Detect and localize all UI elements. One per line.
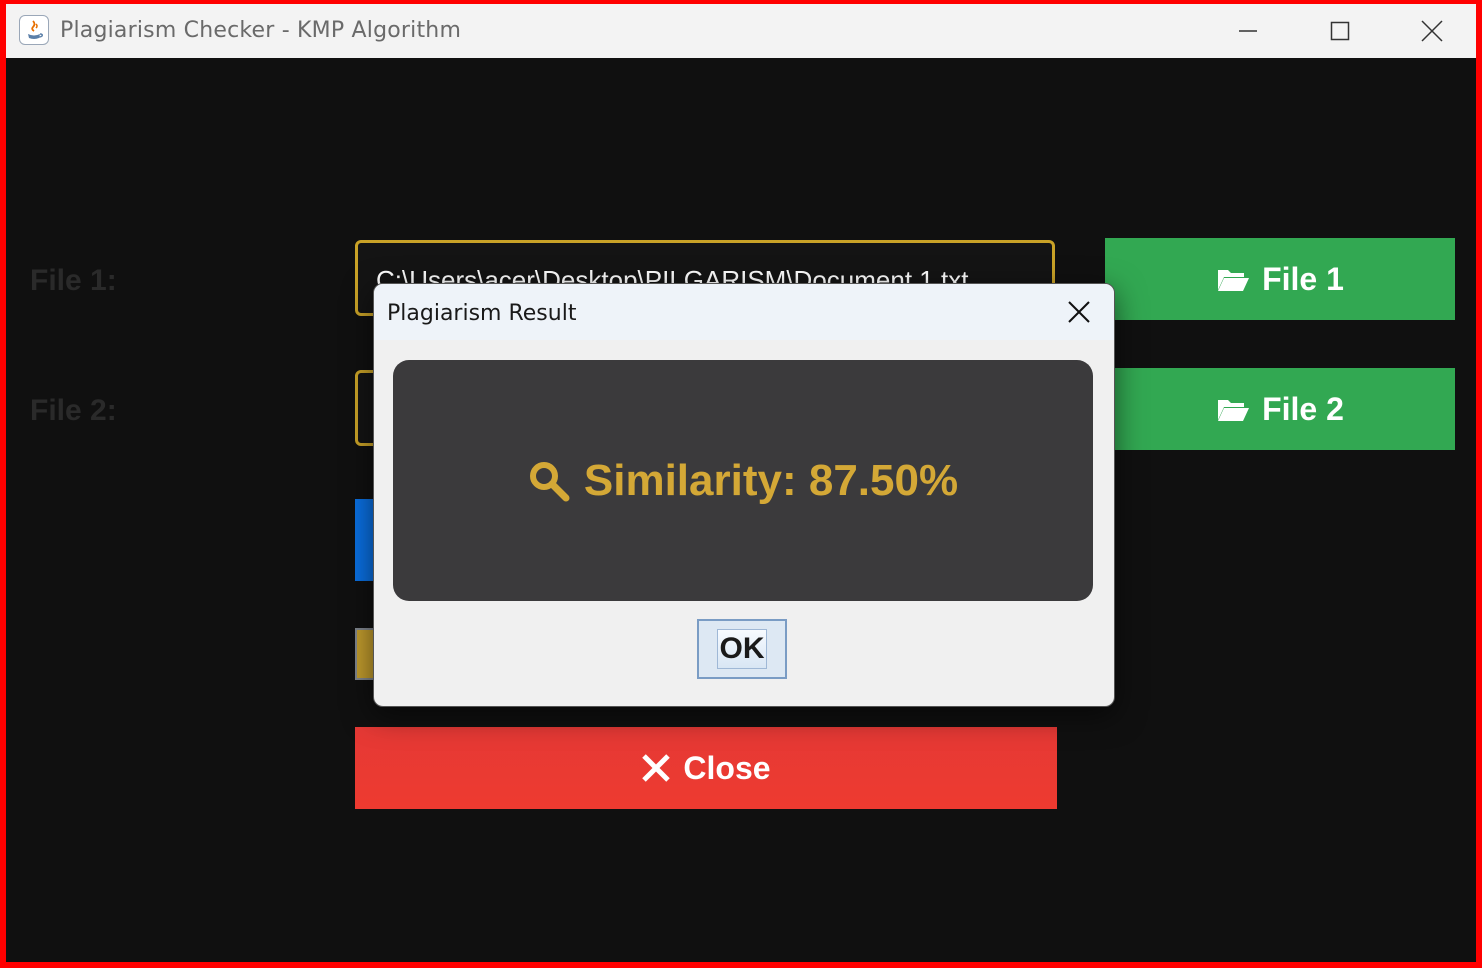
similarity-result: Similarity: 87.50%: [583, 455, 959, 505]
dialog-titlebar[interactable]: Plagiarism Result: [374, 284, 1114, 340]
result-dialog: Plagiarism Result Similarity: 87.50% OK: [373, 283, 1115, 707]
close-icon: [1421, 20, 1443, 42]
maximize-button[interactable]: [1294, 4, 1386, 58]
window-title: Plagiarism Checker - KMP Algorithm: [60, 18, 462, 43]
file1-button-label: File 1: [1262, 260, 1344, 297]
file2-button[interactable]: File 2: [1105, 368, 1455, 450]
window-close-button[interactable]: [1386, 4, 1476, 58]
file1-label: File 1:: [30, 264, 117, 297]
file2-button-label: File 2: [1262, 390, 1344, 427]
search-icon: [529, 461, 570, 501]
close-icon: [1068, 301, 1090, 323]
dialog-title: Plagiarism Result: [387, 301, 577, 326]
folder-open-icon: [1218, 270, 1250, 291]
minimize-button[interactable]: [1202, 4, 1294, 58]
ok-button[interactable]: OK: [697, 619, 787, 679]
ok-button-label: OK: [717, 629, 767, 669]
result-panel: Similarity: 87.50%: [393, 360, 1093, 601]
x-icon: [642, 754, 671, 782]
java-icon: [19, 15, 49, 45]
window-titlebar[interactable]: Plagiarism Checker - KMP Algorithm: [6, 4, 1476, 58]
close-button[interactable]: Close: [355, 727, 1057, 809]
file2-label: File 2:: [30, 394, 117, 427]
close-button-label: Close: [683, 749, 771, 786]
dialog-close-button[interactable]: [1054, 292, 1104, 332]
file1-button[interactable]: File 1: [1105, 238, 1455, 320]
minimize-icon: [1239, 30, 1257, 32]
main-window: Plagiarism Checker - KMP Algorithm File …: [6, 4, 1476, 962]
maximize-icon: [1330, 21, 1350, 41]
folder-open-icon: [1218, 400, 1250, 421]
